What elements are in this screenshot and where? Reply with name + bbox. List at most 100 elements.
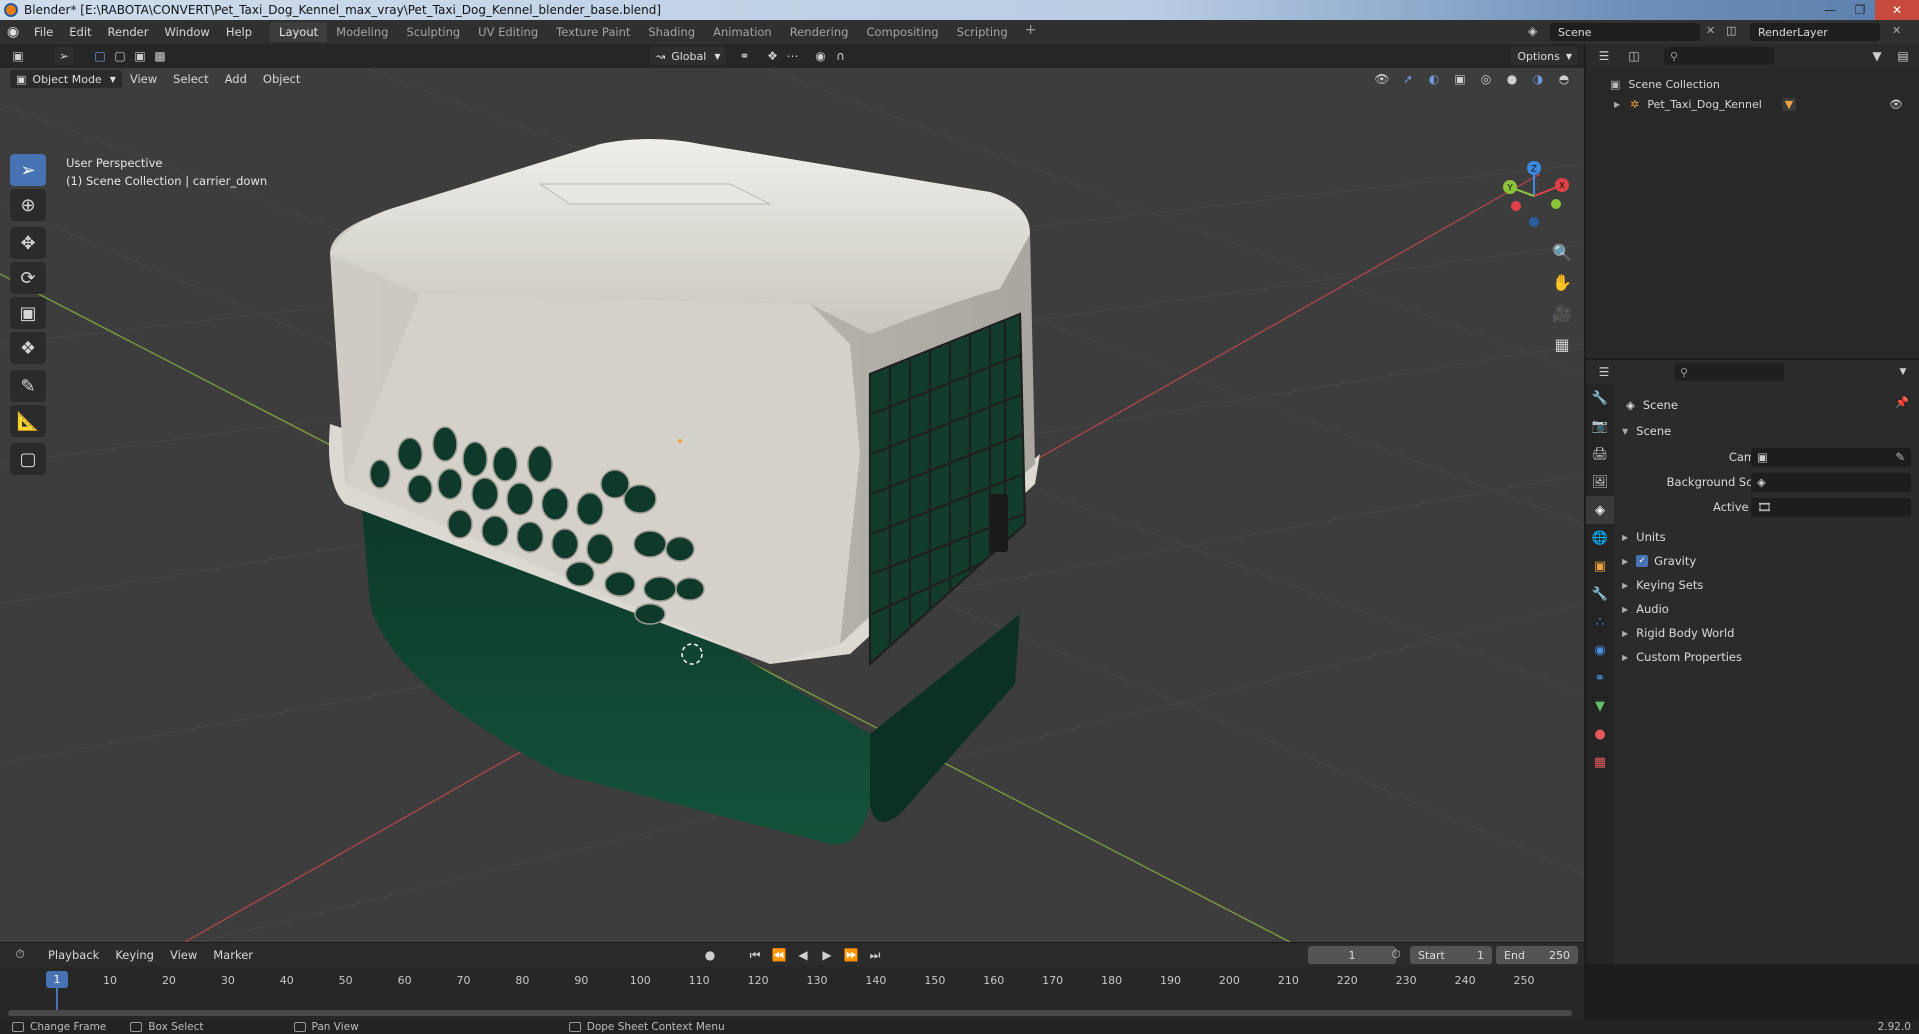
tab-rendering[interactable]: Rendering — [781, 22, 858, 42]
display-mode-icon[interactable]: ◫ — [1624, 47, 1644, 65]
viewport-menu-view[interactable]: View — [122, 67, 165, 91]
view-layer-tab-icon[interactable]: 🖼 — [1586, 468, 1614, 496]
render-layer-selector[interactable]: RenderLayer — [1750, 23, 1880, 41]
pivot-point-icon[interactable]: ⚭ — [734, 47, 754, 65]
background-scene-field[interactable]: ◈ — [1751, 472, 1911, 492]
tab-texture-paint[interactable]: Texture Paint — [547, 22, 639, 42]
panel-scene[interactable]: ▼ Scene — [1622, 420, 1671, 442]
camera-view-icon[interactable]: 🎥 — [1548, 299, 1576, 327]
transform-tool-icon[interactable]: ❖ — [10, 332, 46, 364]
cursor-tool-icon[interactable]: ⊕ — [10, 189, 46, 221]
panel-custom-properties[interactable]: ▶ Custom Properties — [1622, 646, 1742, 668]
close-button[interactable]: ✕ — [1875, 0, 1919, 20]
timeline-menu-view[interactable]: View — [162, 943, 205, 967]
tab-compositing[interactable]: Compositing — [857, 22, 947, 42]
proportional-edit-icon[interactable]: ◉ — [810, 47, 830, 65]
pan-hand-icon[interactable]: ✋ — [1548, 268, 1576, 296]
gravity-checkbox[interactable]: ✓ — [1636, 555, 1649, 567]
menu-window[interactable]: Window — [156, 20, 217, 44]
new-collection-icon[interactable]: ▤ — [1893, 47, 1913, 65]
physics-tab-icon[interactable]: ◉ — [1586, 636, 1614, 664]
modifier-tab-icon[interactable]: 🔧 — [1586, 580, 1614, 608]
visibility-icon[interactable]: 👁 — [1372, 70, 1392, 88]
camera-field[interactable]: ▣ ✎ — [1751, 447, 1911, 467]
current-frame-marker[interactable]: 1 — [46, 971, 68, 988]
render-tab-icon[interactable]: 📷 — [1586, 412, 1614, 440]
data-tab-icon[interactable]: ▼ — [1586, 692, 1614, 720]
render-layer-icon[interactable]: ◫ — [1726, 24, 1736, 37]
measure-tool-icon[interactable]: 📐 — [10, 405, 46, 437]
prev-keyframe-icon[interactable]: ⏪ — [769, 946, 789, 964]
close-render-layer-icon[interactable]: ✕ — [1892, 24, 1901, 37]
expand-triangle-icon[interactable]: ▶ — [1614, 100, 1620, 109]
annotate-tool-icon[interactable]: ✎ — [10, 370, 46, 402]
gizmo-toggle-icon[interactable]: ➚ — [1398, 70, 1418, 88]
add-workspace-button[interactable]: + — [1017, 22, 1045, 42]
timeline-editor-icon[interactable]: ⏱ — [10, 946, 30, 964]
wireframe-shading-icon[interactable]: ◎ — [1476, 70, 1496, 88]
scene-selector[interactable]: Scene — [1550, 23, 1700, 41]
visibility-eye-icon[interactable]: 👁 — [1889, 98, 1903, 111]
scene-tab-icon[interactable]: ◈ — [1586, 496, 1614, 524]
select-mode-extend-icon[interactable]: ▢ — [110, 47, 130, 65]
outliner-search-input[interactable]: ⚲ — [1664, 47, 1774, 65]
navigation-gizmo[interactable]: Z X Y — [1494, 156, 1574, 236]
timeline-menu-marker[interactable]: Marker — [205, 943, 261, 967]
tab-animation[interactable]: Animation — [704, 22, 781, 42]
output-tab-icon[interactable]: 🖨 — [1586, 440, 1614, 468]
active-clip-field[interactable]: 🎞 — [1751, 497, 1911, 517]
filter-icon[interactable]: ▼ — [1867, 47, 1887, 65]
panel-audio[interactable]: ▶ Audio — [1622, 598, 1669, 620]
tab-sculpting[interactable]: Sculpting — [397, 22, 469, 42]
timeline-scrollbar[interactable] — [8, 1010, 1572, 1016]
editor-type-icon[interactable]: ▣ — [8, 47, 28, 65]
panel-rigid-body-world[interactable]: ▶ Rigid Body World — [1622, 622, 1734, 644]
blender-menu-icon[interactable]: ◉ — [0, 20, 26, 44]
snap-target-icon[interactable]: ⋯ — [782, 47, 802, 65]
minimize-button[interactable]: — — [1815, 0, 1845, 20]
pin-icon[interactable]: 📌 — [1895, 396, 1909, 409]
select-box-tool-icon[interactable]: ➢ — [10, 154, 46, 186]
menu-render[interactable]: Render — [100, 20, 157, 44]
zoom-icon[interactable]: 🔍 — [1548, 238, 1576, 266]
xray-toggle-icon[interactable]: ▣ — [1450, 70, 1470, 88]
particles-tab-icon[interactable]: ∴ — [1586, 608, 1614, 636]
record-icon[interactable]: ● — [700, 946, 720, 964]
outliner-row-object[interactable]: ▶ ✲ Pet_Taxi_Dog_Kennel ▼ 👁 — [1586, 94, 1919, 114]
chevron-down-icon[interactable]: ▼ — [1893, 363, 1913, 381]
material-tab-icon[interactable]: ● — [1586, 720, 1614, 748]
select-mode-intersect-icon[interactable]: ▩ — [150, 47, 170, 65]
panel-keying-sets[interactable]: ▶ Keying Sets — [1622, 574, 1703, 596]
play-icon[interactable]: ▶ — [817, 946, 837, 964]
object-tab-icon[interactable]: ▣ — [1586, 552, 1614, 580]
viewport-menu-add[interactable]: Add — [217, 67, 255, 91]
scale-tool-icon[interactable]: ▣ — [10, 297, 46, 329]
falloff-icon[interactable]: ∩ — [830, 47, 850, 65]
close-scene-icon[interactable]: ✕ — [1706, 24, 1715, 37]
viewport-menu-select[interactable]: Select — [165, 67, 216, 91]
mode-dropdown[interactable]: ▣ Object Mode ▼ — [10, 70, 122, 88]
play-reverse-icon[interactable]: ◀ — [793, 946, 813, 964]
select-mode-new-icon[interactable]: □ — [90, 47, 110, 65]
ortho-toggle-icon[interactable]: ▦ — [1548, 330, 1576, 358]
viewport-menu-object[interactable]: Object — [255, 67, 308, 91]
menu-file[interactable]: File — [26, 20, 61, 44]
properties-editor-icon[interactable]: ☰ — [1594, 363, 1614, 381]
properties-search-input[interactable]: ⚲ — [1674, 363, 1784, 381]
timeline-menu-playback[interactable]: Playback — [40, 943, 107, 967]
jump-start-icon[interactable]: ⏮ — [745, 946, 765, 964]
select-mode-subtract-icon[interactable]: ▣ — [130, 47, 150, 65]
panel-units[interactable]: ▶ Units — [1622, 526, 1666, 548]
move-tool-icon[interactable]: ✥ — [10, 227, 46, 259]
material-shading-icon[interactable]: ◑ — [1528, 70, 1548, 88]
next-keyframe-icon[interactable]: ⏩ — [841, 946, 861, 964]
panel-gravity[interactable]: ▶ ✓ Gravity — [1622, 550, 1696, 572]
pet-kennel-model[interactable] — [329, 139, 1040, 845]
preview-range-icon[interactable]: ⏱ — [1386, 946, 1406, 964]
tab-modeling[interactable]: Modeling — [327, 22, 397, 42]
snap-icon[interactable]: ❖ — [762, 47, 782, 65]
end-frame-field[interactable]: End 250 — [1496, 946, 1578, 964]
scene-icon[interactable]: ◈ — [1528, 24, 1537, 38]
menu-help[interactable]: Help — [218, 20, 260, 44]
tool-tab-icon[interactable]: 🔧 — [1586, 384, 1614, 412]
